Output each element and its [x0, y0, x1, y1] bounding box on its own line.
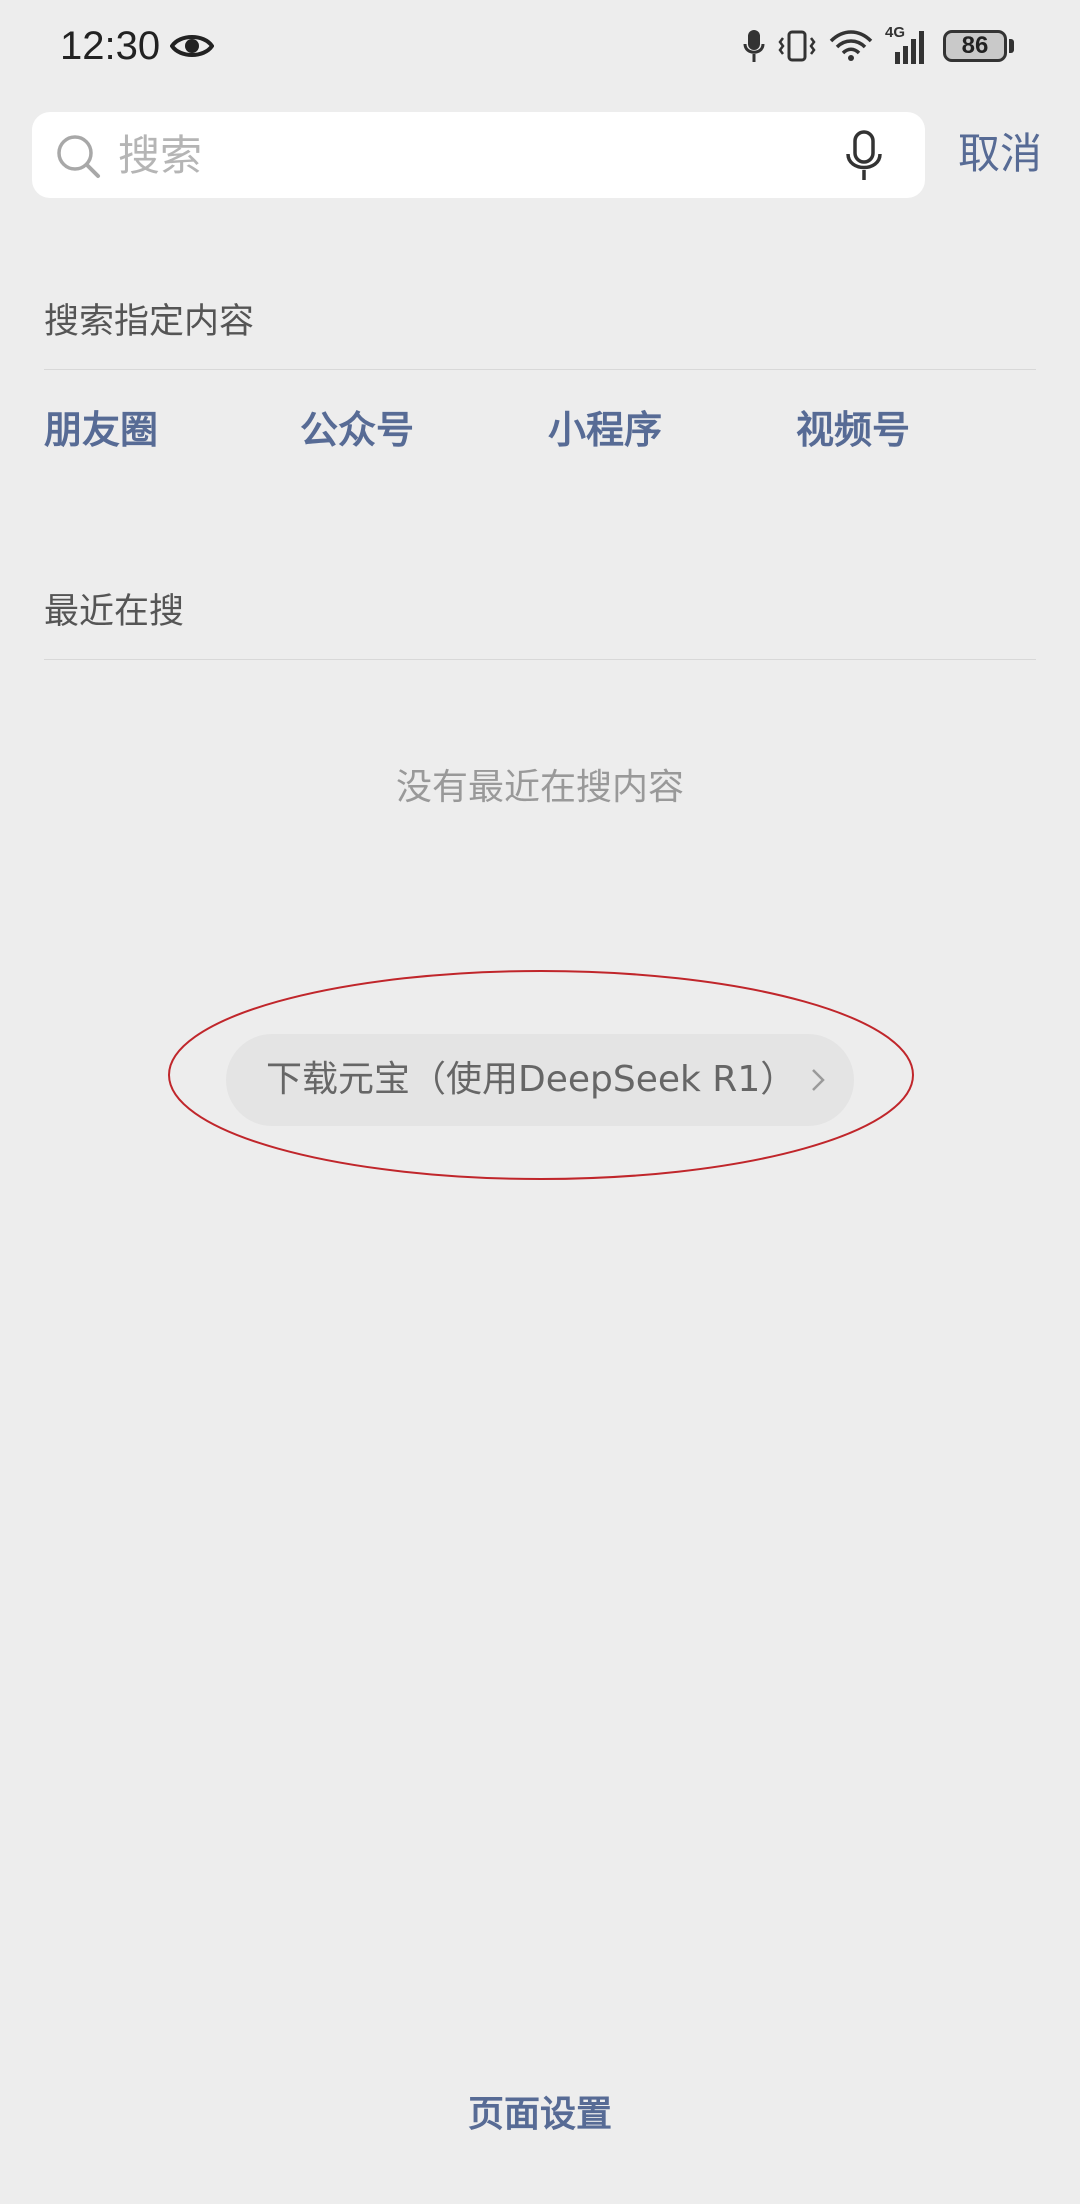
footer: 页面设置 — [0, 2090, 1080, 2140]
status-time: 12:30 — [60, 24, 161, 68]
status-bar: 12:30 4G 86 — [0, 0, 1080, 95]
microphone-icon[interactable] — [844, 130, 884, 182]
recent-empty-text: 没有最近在搜内容 — [395, 767, 684, 808]
battery-indicator: 86 — [943, 30, 1014, 62]
search-icon — [57, 135, 100, 178]
divider — [44, 369, 1036, 370]
category-moments[interactable]: 朋友圈 — [44, 400, 158, 460]
category-official-accounts[interactable]: 公众号 — [300, 400, 414, 460]
cancel-button[interactable]: 取消 — [958, 126, 1042, 182]
divider — [44, 659, 1036, 660]
vibrate-icon — [778, 30, 816, 62]
category-channels[interactable]: 视频号 — [796, 400, 910, 460]
promo-label: 下载元宝（使用DeepSeek R1） — [266, 1059, 797, 1100]
cellular-signal: 4G — [885, 24, 931, 66]
page-settings-link[interactable]: 页面设置 — [468, 2094, 612, 2135]
eye-icon — [170, 35, 214, 57]
search-input[interactable] — [118, 112, 818, 202]
category-mini-programs[interactable]: 小程序 — [548, 400, 662, 460]
microphone-status-icon — [743, 30, 765, 62]
category-row: 朋友圈 公众号 小程序 视频号 — [0, 400, 1080, 470]
search-specific-title: 搜索指定内容 — [44, 302, 255, 342]
search-bar[interactable] — [32, 112, 925, 202]
battery-cap — [1009, 39, 1014, 53]
chevron-right-icon — [812, 1069, 825, 1091]
wifi-icon — [829, 30, 873, 61]
signal-bars-icon — [895, 31, 924, 64]
recent-searches-title: 最近在搜 — [44, 592, 185, 632]
battery-level: 86 — [943, 30, 1007, 62]
download-yuanbao-button[interactable]: 下载元宝（使用DeepSeek R1） — [226, 1034, 854, 1126]
status-icons: 4G 86 — [743, 22, 1014, 70]
